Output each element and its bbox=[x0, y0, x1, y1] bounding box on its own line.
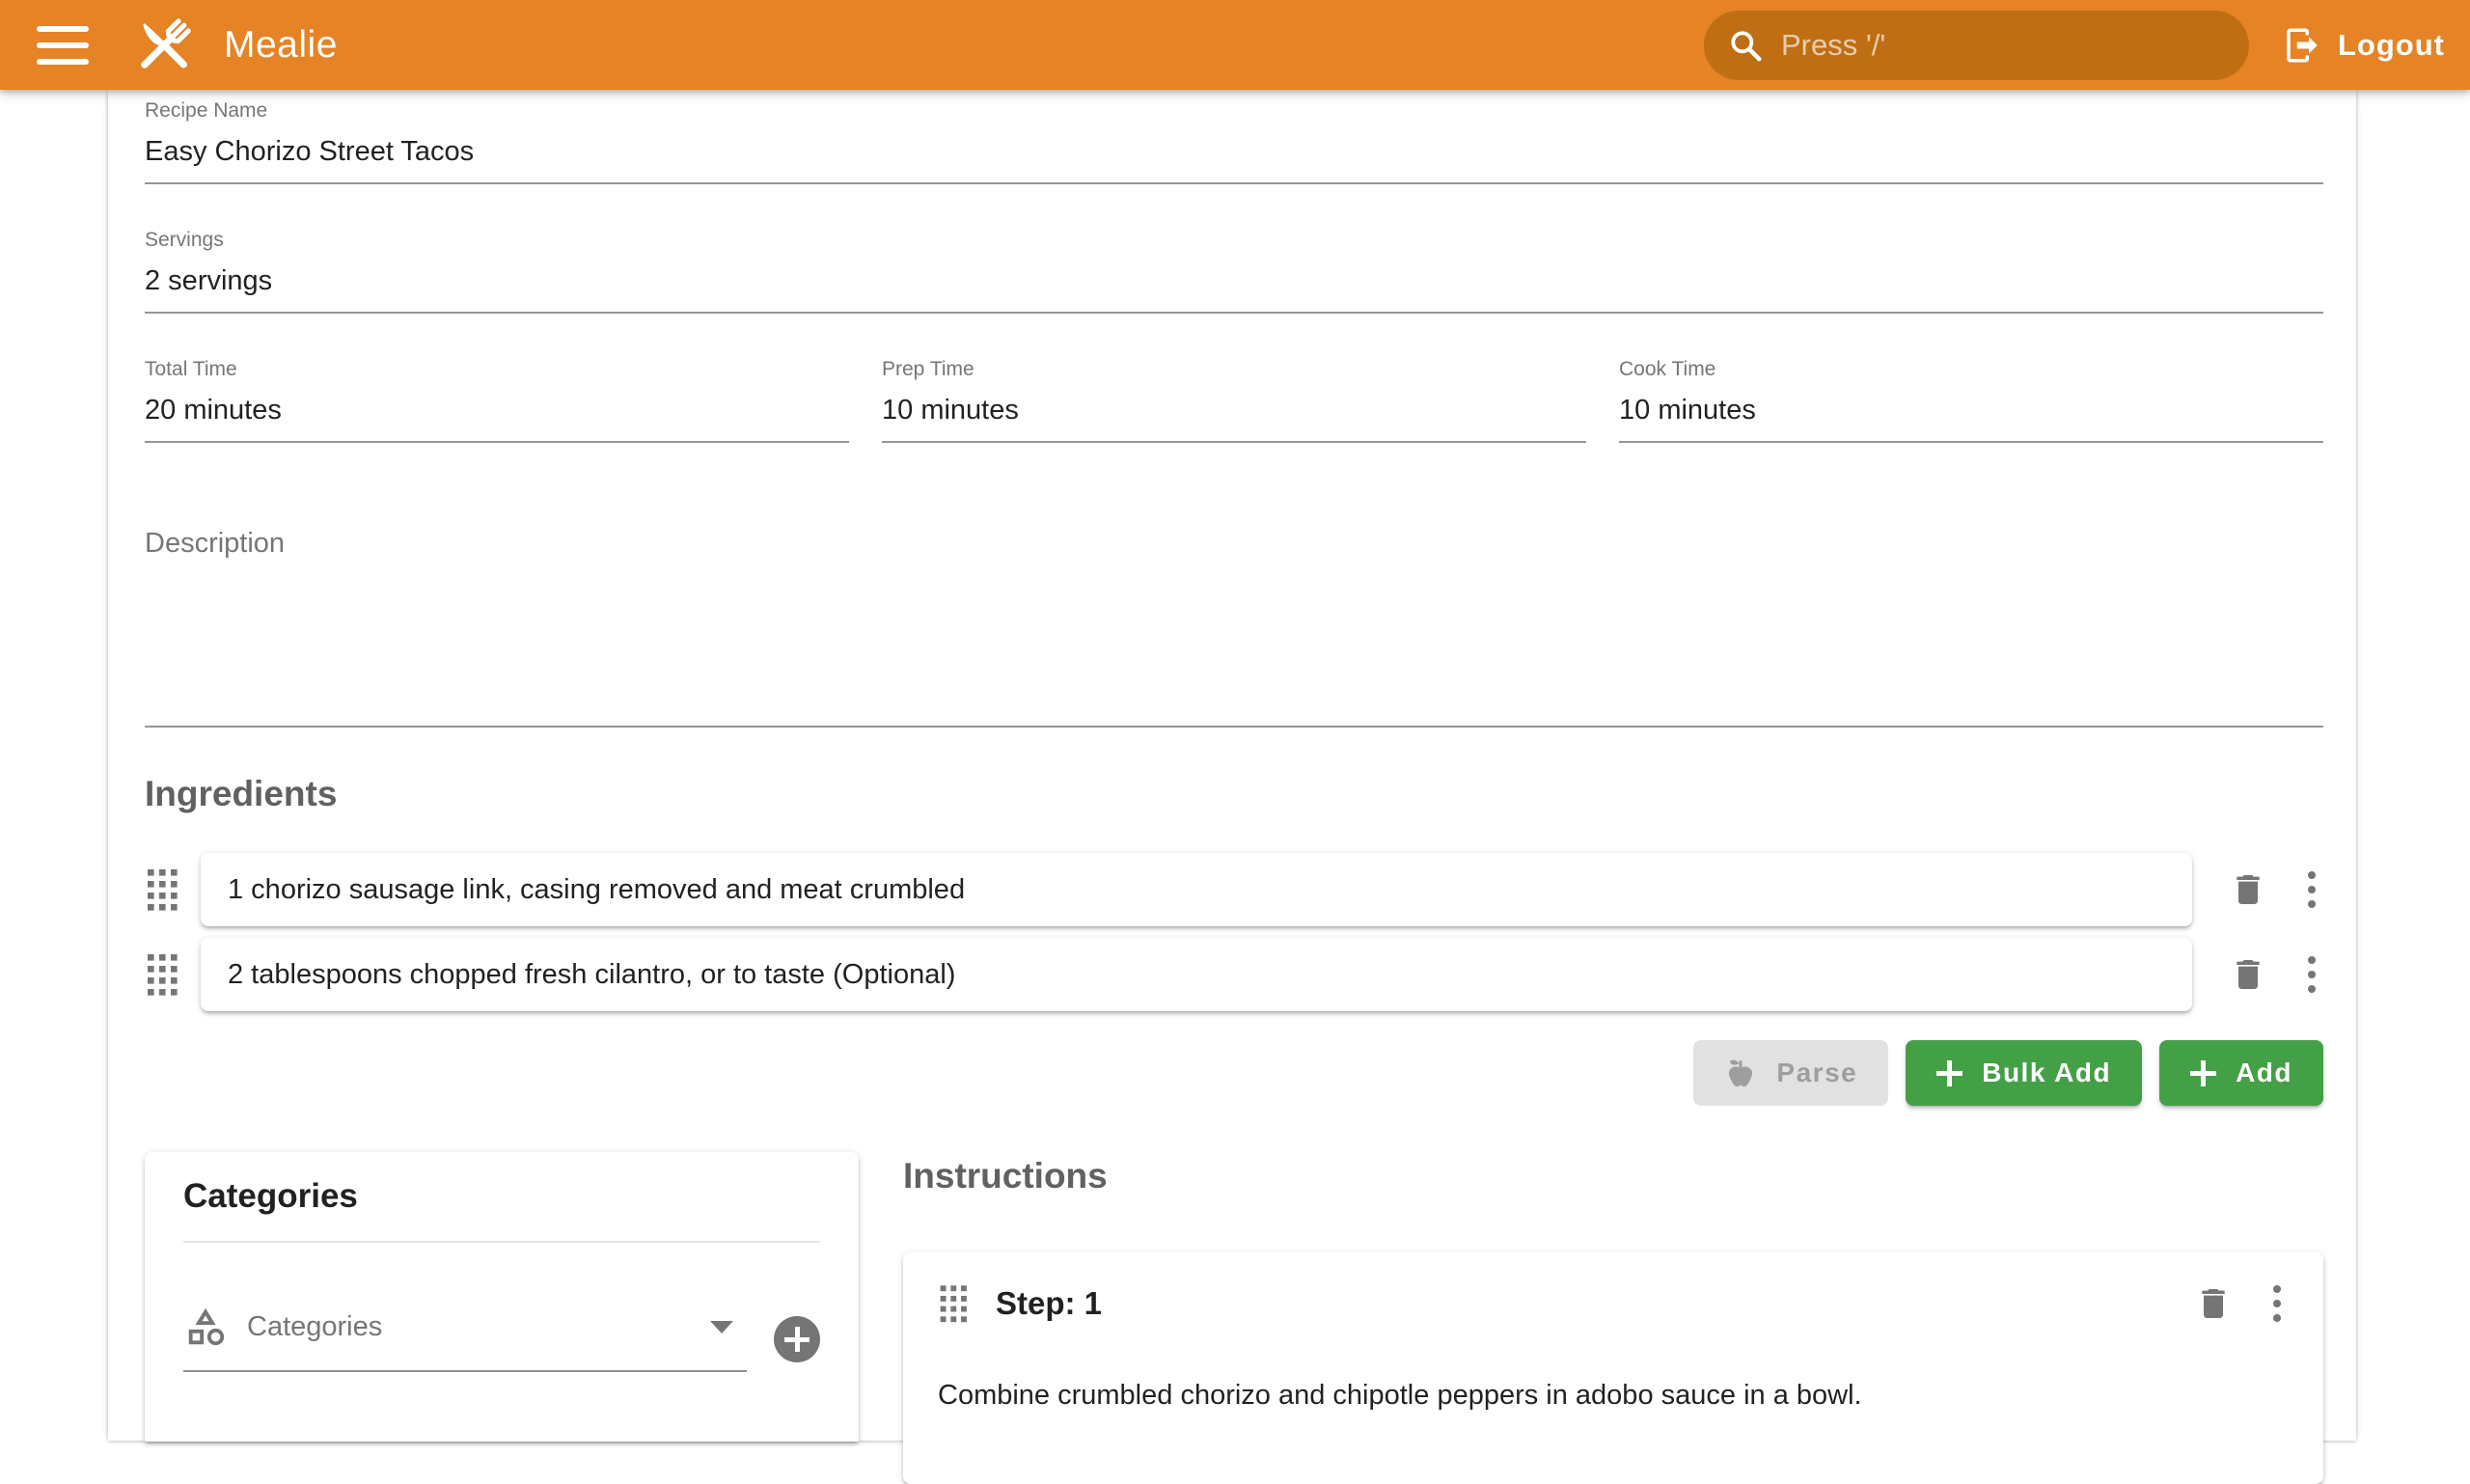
app-title: Mealie bbox=[224, 24, 338, 67]
bulk-add-button[interactable]: Bulk Add bbox=[1906, 1040, 2142, 1106]
total-time-input[interactable]: 20 minutes bbox=[145, 382, 849, 441]
description-field[interactable]: Description bbox=[145, 528, 2323, 728]
kebab-menu-icon[interactable] bbox=[2308, 956, 2316, 993]
search-input[interactable] bbox=[1781, 28, 2226, 63]
ingredient-text: 1 chorizo sausage link, casing removed a… bbox=[228, 874, 965, 906]
description-input[interactable] bbox=[145, 560, 2323, 726]
categories-select-row: Categories bbox=[183, 1305, 820, 1372]
ingredient-row: 2 tablespoons chopped fresh cilantro, or… bbox=[145, 938, 2323, 1011]
crossed-fork-knife-logo bbox=[129, 11, 199, 80]
plus-icon bbox=[2190, 1060, 2216, 1086]
cook-time-label: Cook Time bbox=[1619, 356, 2323, 382]
drag-handle-icon[interactable] bbox=[938, 1281, 973, 1326]
cook-time-input[interactable]: 10 minutes bbox=[1619, 382, 2323, 441]
logout-label: Logout bbox=[2338, 28, 2445, 63]
prep-time-label: Prep Time bbox=[882, 356, 1586, 382]
bottom-section: Categories Categories Instructions bbox=[145, 1152, 2323, 1484]
trash-icon bbox=[2229, 870, 2267, 909]
servings-field[interactable]: Servings 2 servings bbox=[145, 227, 2323, 314]
cook-time-field[interactable]: Cook Time 10 minutes bbox=[1619, 356, 2323, 443]
app-header: Mealie Logout bbox=[0, 0, 2470, 90]
description-label: Description bbox=[145, 528, 2323, 560]
servings-label: Servings bbox=[145, 227, 2323, 253]
recipe-name-label: Recipe Name bbox=[145, 97, 2323, 124]
add-category-button[interactable] bbox=[774, 1316, 820, 1362]
ingredient-text: 2 tablespoons chopped fresh cilantro, or… bbox=[228, 959, 955, 991]
instructions-heading: Instructions bbox=[903, 1156, 2323, 1196]
parse-button[interactable]: Parse bbox=[1693, 1040, 1888, 1106]
kebab-menu-icon[interactable] bbox=[2308, 871, 2316, 908]
ingredient-input[interactable]: 2 tablespoons chopped fresh cilantro, or… bbox=[201, 938, 2192, 1011]
ingredients-heading: Ingredients bbox=[145, 774, 2323, 814]
logout-icon bbox=[2282, 25, 2322, 66]
delete-ingredient-button[interactable] bbox=[2229, 870, 2267, 909]
logout-button[interactable]: Logout bbox=[2282, 25, 2445, 66]
ingredient-input[interactable]: 1 chorizo sausage link, casing removed a… bbox=[201, 853, 2192, 926]
shapes-icon bbox=[183, 1305, 228, 1349]
hamburger-menu-icon[interactable] bbox=[37, 26, 89, 65]
total-time-label: Total Time bbox=[145, 356, 849, 382]
servings-input[interactable]: 2 servings bbox=[145, 253, 2323, 312]
drag-handle-icon[interactable] bbox=[145, 867, 179, 912]
add-label: Add bbox=[2236, 1058, 2292, 1088]
kebab-menu-icon[interactable] bbox=[2273, 1285, 2281, 1322]
time-fields-row: Total Time 20 minutes Prep Time 10 minut… bbox=[145, 356, 2323, 443]
search-icon bbox=[1727, 27, 1764, 64]
recipe-name-input[interactable]: Easy Chorizo Street Tacos bbox=[145, 124, 2323, 182]
delete-ingredient-button[interactable] bbox=[2229, 955, 2267, 994]
add-button[interactable]: Add bbox=[2159, 1040, 2323, 1106]
categories-select-label: Categories bbox=[247, 1311, 710, 1343]
step-header: Step: 1 bbox=[938, 1281, 2289, 1326]
prep-time-field[interactable]: Prep Time 10 minutes bbox=[882, 356, 1586, 443]
recipe-name-field[interactable]: Recipe Name Easy Chorizo Street Tacos bbox=[145, 97, 2323, 184]
trash-icon bbox=[2194, 1284, 2233, 1323]
drag-handle-icon[interactable] bbox=[145, 952, 179, 997]
parse-label: Parse bbox=[1776, 1058, 1857, 1088]
delete-step-button[interactable] bbox=[2194, 1284, 2233, 1323]
search-bar[interactable] bbox=[1704, 11, 2249, 80]
categories-card: Categories Categories bbox=[145, 1152, 859, 1442]
step-title: Step: 1 bbox=[996, 1285, 1102, 1322]
total-time-field[interactable]: Total Time 20 minutes bbox=[145, 356, 849, 443]
bulk-add-label: Bulk Add bbox=[1982, 1058, 2111, 1088]
categories-heading: Categories bbox=[183, 1177, 820, 1216]
caret-down-icon bbox=[710, 1321, 733, 1333]
divider bbox=[183, 1241, 820, 1243]
trash-icon bbox=[2229, 955, 2267, 994]
apple-icon bbox=[1724, 1057, 1757, 1089]
ingredient-row: 1 chorizo sausage link, casing removed a… bbox=[145, 853, 2323, 926]
recipe-editor-card: Recipe Name Easy Chorizo Street Tacos Se… bbox=[108, 90, 2356, 1441]
prep-time-input[interactable]: 10 minutes bbox=[882, 382, 1586, 441]
ingredient-actions: Parse Bulk Add Add bbox=[145, 1040, 2323, 1106]
step-text-input[interactable]: Combine crumbled chorizo and chipotle pe… bbox=[938, 1374, 2289, 1416]
instructions-section: Instructions Step: 1 bbox=[903, 1152, 2323, 1484]
categories-select[interactable]: Categories bbox=[183, 1305, 747, 1372]
plus-icon bbox=[1936, 1060, 1962, 1086]
instruction-step-card: Step: 1 Combine crumbled chorizo and chi… bbox=[903, 1252, 2323, 1484]
